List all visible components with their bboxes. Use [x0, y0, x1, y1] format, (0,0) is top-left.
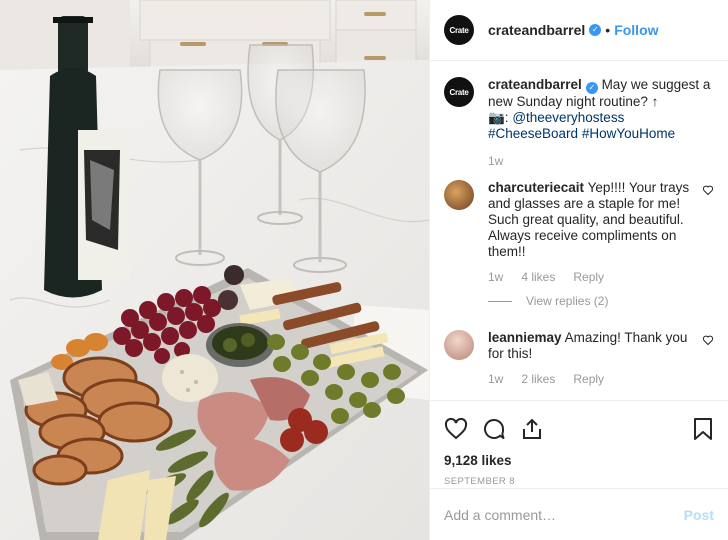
- mention-link[interactable]: @theeveryhostess: [512, 110, 624, 125]
- comment-username[interactable]: charcuteriecait: [488, 180, 584, 195]
- caption-row: Crate crateandbarrel ✓ May we suggest a n…: [444, 77, 714, 142]
- follow-button[interactable]: Follow: [614, 22, 658, 38]
- heart-icon[interactable]: [444, 417, 468, 441]
- charcuterie-photo: [0, 0, 429, 540]
- comment-bubble-icon[interactable]: [482, 417, 506, 441]
- comment-username[interactable]: leanniemay: [488, 330, 562, 345]
- comment-row: charcuteriecait Yep!!!! Your trays and g…: [444, 180, 714, 260]
- comment-likes[interactable]: 4 likes: [521, 270, 555, 284]
- comment-like-heart-icon[interactable]: [702, 184, 714, 196]
- post-side-panel: Crate crateandbarrel ✓ • Follow ··· Crat…: [429, 0, 728, 540]
- camera-icon: 📷:: [488, 110, 513, 125]
- caption-meta: 1w: [444, 154, 714, 168]
- verified-badge-icon: ✓: [589, 24, 602, 36]
- reply-button[interactable]: Reply: [573, 372, 604, 386]
- post-photo[interactable]: [0, 0, 429, 540]
- comment-text: leanniemay Amazing! Thank you for this!: [488, 330, 694, 362]
- post-actions: 9,128 likes September 8 Post: [430, 400, 728, 540]
- view-replies-label[interactable]: View replies (2): [526, 294, 608, 308]
- comment-text: charcuteriecait Yep!!!! Your trays and g…: [488, 180, 694, 260]
- author-avatar[interactable]: Crate: [444, 15, 474, 45]
- comment-likes[interactable]: 2 likes: [521, 372, 555, 386]
- caption-time[interactable]: 1w: [488, 154, 503, 168]
- comments-list[interactable]: Crate crateandbarrel ✓ May we suggest a n…: [430, 61, 728, 400]
- share-icon[interactable]: [520, 417, 544, 441]
- commenter-avatar[interactable]: [444, 180, 474, 210]
- author-username[interactable]: crateandbarrel: [488, 22, 585, 38]
- replies-line: [488, 300, 512, 302]
- caption-username[interactable]: crateandbarrel: [488, 77, 582, 92]
- comment-row: leanniemay Amazing! Thank you for this!: [444, 330, 714, 362]
- hashtag-link[interactable]: #HowYouHome: [582, 126, 675, 141]
- commenter-avatar[interactable]: [444, 330, 474, 360]
- post-date[interactable]: September 8: [444, 476, 714, 487]
- comment-meta: 1w 4 likes Reply: [444, 270, 714, 284]
- comment-time[interactable]: 1w: [488, 372, 503, 386]
- hashtag-link[interactable]: #CheeseBoard: [488, 126, 578, 141]
- action-icons: [444, 409, 714, 449]
- separator-dot: •: [605, 22, 611, 38]
- bookmark-icon[interactable]: [692, 417, 714, 441]
- view-replies-button[interactable]: View replies (2): [444, 294, 714, 308]
- caption-text: crateandbarrel ✓ May we suggest a new Sun…: [488, 77, 714, 142]
- instagram-post: Crate crateandbarrel ✓ • Follow ··· Crat…: [0, 0, 728, 540]
- add-comment-input[interactable]: [444, 506, 684, 523]
- add-comment-bar: Post: [430, 488, 728, 540]
- caption-avatar[interactable]: Crate: [444, 77, 474, 107]
- verified-badge-icon: ✓: [585, 82, 598, 94]
- post-comment-button[interactable]: Post: [684, 507, 714, 523]
- comment-meta: 1w 2 likes Reply: [444, 372, 714, 386]
- reply-button[interactable]: Reply: [573, 270, 604, 284]
- post-header: Crate crateandbarrel ✓ • Follow ···: [430, 0, 728, 61]
- comment-like-heart-icon[interactable]: [702, 334, 714, 346]
- likes-count[interactable]: 9,128 likes: [444, 453, 714, 468]
- comment-time[interactable]: 1w: [488, 270, 503, 284]
